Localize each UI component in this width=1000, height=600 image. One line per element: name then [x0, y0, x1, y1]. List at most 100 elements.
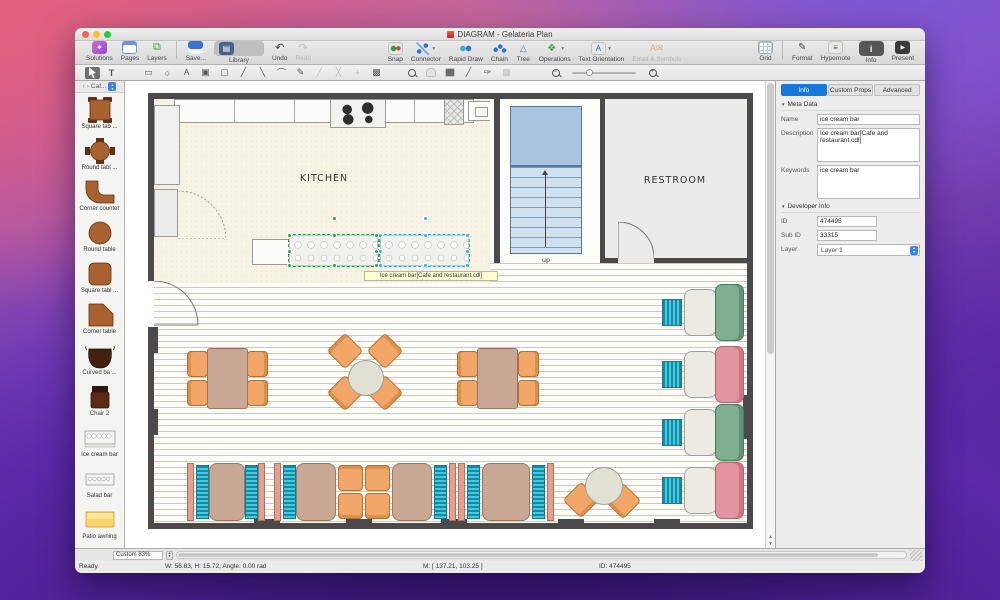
chair[interactable]: [457, 351, 478, 377]
chair[interactable]: [518, 351, 539, 377]
arc-tool[interactable]: ⌒: [274, 67, 289, 79]
snap-button[interactable]: Snap: [385, 42, 406, 63]
sofa[interactable]: [715, 346, 744, 403]
line-tool[interactable]: ╱: [236, 67, 251, 79]
hypernote-button[interactable]: ≡Hypernote: [818, 41, 854, 62]
pen-tool[interactable]: ✎: [293, 67, 308, 79]
scrollbar-thumb[interactable]: [178, 553, 878, 557]
sofa[interactable]: [715, 284, 744, 341]
solutions-button[interactable]: ✦Solutions: [83, 41, 116, 62]
library-shape-salad-bar[interactable]: Salad bar: [75, 462, 124, 503]
booth-divider[interactable]: [187, 463, 194, 521]
eyedropper-tool[interactable]: ╱: [461, 67, 476, 79]
select-tool[interactable]: [85, 67, 100, 79]
chair[interactable]: [365, 493, 390, 519]
polyline-tool[interactable]: ╲: [255, 67, 270, 79]
canvas-horizontal-scrollbar[interactable]: [176, 551, 907, 559]
booth-table[interactable]: [684, 467, 717, 514]
booth-bench[interactable]: [532, 465, 545, 519]
frame-tool[interactable]: ▣: [198, 67, 213, 79]
chair[interactable]: [247, 380, 268, 406]
zoom-slider-thumb[interactable]: [586, 69, 593, 76]
scroll-down-icon[interactable]: ▼: [766, 541, 775, 547]
round-dining-table[interactable]: [585, 467, 623, 505]
library-shape-chair-2[interactable]: Chair 2: [75, 380, 124, 421]
tab-custom-props[interactable]: Custom Props: [828, 84, 874, 96]
id-field[interactable]: 474495: [817, 216, 877, 227]
library-shape-square-table-chairs[interactable]: Square tab ...: [75, 93, 124, 134]
layer-select[interactable]: Layer 1 ▲▼: [817, 244, 920, 256]
chair[interactable]: [365, 465, 390, 491]
library-shape-corner-counter[interactable]: Corner counter: [75, 175, 124, 216]
canvas-vertical-scrollbar[interactable]: ▲ ▼: [765, 81, 775, 548]
zoom-slider[interactable]: [572, 72, 636, 74]
connector-button[interactable]: ▼Connector: [408, 42, 444, 63]
crop-tool[interactable]: ▦: [499, 67, 514, 79]
ellipse-tool[interactable]: ○: [160, 67, 175, 79]
description-field[interactable]: Ice cream bar[Cafe and restaurant.cdl]: [817, 128, 920, 162]
library-stepper-icon[interactable]: ▲▼: [108, 82, 116, 91]
library-shape-ice-cream-bar[interactable]: Ice cream bar: [75, 421, 124, 462]
info-button[interactable]: iInfo: [856, 41, 887, 64]
layers-button[interactable]: ⧉Layers: [144, 41, 170, 62]
chair[interactable]: [187, 351, 208, 377]
booth-bench[interactable]: [283, 465, 296, 519]
sofa[interactable]: [715, 462, 744, 519]
library-shape-corner-table[interactable]: Corner table: [75, 298, 124, 339]
grid-button[interactable]: Grid: [755, 41, 776, 62]
save-button[interactable]: Save...: [183, 41, 209, 62]
zoom-out-button[interactable]: −: [548, 67, 563, 79]
stove[interactable]: [330, 99, 386, 128]
tab-advanced[interactable]: Advanced: [874, 84, 920, 96]
rapid-draw-button[interactable]: Rapid Draw: [446, 42, 486, 63]
ice-cream-bar-selected[interactable]: [380, 235, 469, 266]
chair[interactable]: [338, 493, 363, 519]
booth-divider[interactable]: [274, 463, 281, 521]
rectangle-tool[interactable]: ▭: [141, 67, 156, 79]
chair[interactable]: [187, 380, 208, 406]
library-shape-patio-awning[interactable]: Patio awning: [75, 503, 124, 544]
tab-info[interactable]: Info: [781, 84, 827, 96]
booth-divider[interactable]: [547, 463, 554, 521]
resize-grip[interactable]: [910, 550, 922, 561]
rotation-handle[interactable]: [423, 216, 428, 221]
stamp-tool[interactable]: [442, 67, 457, 79]
booth-divider[interactable]: [449, 463, 456, 521]
node-delete-tool[interactable]: ╳: [331, 67, 346, 79]
library-shape-curved-bar[interactable]: Curved ba ...: [75, 339, 124, 380]
chair[interactable]: [518, 380, 539, 406]
booth-bench[interactable]: [662, 361, 682, 388]
stair-landing[interactable]: [510, 106, 582, 166]
library-shape-round-table-chairs[interactable]: Round tabl ...: [75, 134, 124, 175]
format-button[interactable]: ✎Format: [789, 41, 816, 62]
booth-table[interactable]: [684, 409, 717, 456]
library-shape-round-table[interactable]: Round table: [75, 216, 124, 257]
booth-bench[interactable]: [467, 465, 480, 519]
dining-table[interactable]: [207, 348, 248, 409]
tree-button[interactable]: △Tree: [513, 42, 534, 63]
chair[interactable]: [457, 380, 478, 406]
operations-button[interactable]: ❖▼Operations: [536, 42, 574, 63]
text-tool[interactable]: T: [104, 67, 119, 79]
scroll-up-icon[interactable]: ▲: [766, 534, 775, 540]
booth-divider[interactable]: [458, 463, 465, 521]
booth-bench[interactable]: [434, 465, 447, 519]
developer-info-section[interactable]: ▼Developer Info: [781, 203, 920, 213]
pan-tool[interactable]: [423, 67, 438, 79]
booth-divider[interactable]: [258, 463, 265, 521]
redo-button[interactable]: ↷Redo: [292, 41, 314, 62]
undo-button[interactable]: ↶Undo: [269, 41, 291, 62]
zoom-in-button[interactable]: +: [645, 67, 660, 79]
chair[interactable]: [247, 351, 268, 377]
minimize-button[interactable]: [93, 31, 100, 38]
kitchen-counter[interactable]: [174, 99, 474, 123]
serving-counter[interactable]: [252, 239, 290, 265]
node-add-tool[interactable]: ╱: [312, 67, 327, 79]
node-convert-tool[interactable]: +: [350, 67, 365, 79]
booth-table[interactable]: [482, 463, 530, 521]
booth-table[interactable]: [296, 463, 336, 521]
round-dining-table[interactable]: [348, 360, 384, 396]
zoom-button[interactable]: [104, 31, 111, 38]
present-button[interactable]: ▶Present: [889, 41, 917, 62]
forward-icon[interactable]: ›: [87, 83, 89, 90]
